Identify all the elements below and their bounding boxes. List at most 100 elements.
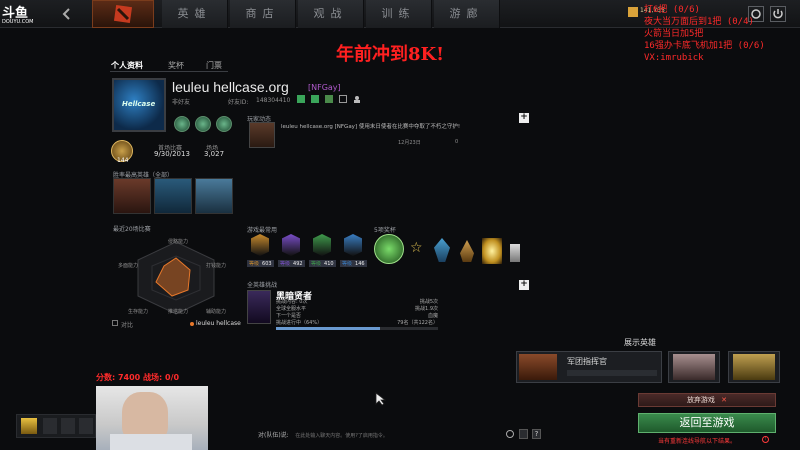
rank-badge-icon[interactable] xyxy=(282,234,300,256)
challenge-stat-row: 挑战内容: 0次 挑战5次 xyxy=(276,298,438,305)
showcase-hero-card[interactable] xyxy=(728,351,780,383)
compare-checkbox[interactable] xyxy=(112,320,118,326)
party-slot[interactable] xyxy=(79,418,93,434)
rank-badge-icon[interactable] xyxy=(251,234,269,256)
nav-tab-store[interactable]: 商店 xyxy=(230,0,296,28)
chat-hint: 在此处输入聊天内容。使用?了启用指令。 xyxy=(295,433,388,439)
rank-badge-label: 等级 603 xyxy=(247,260,274,267)
activity-likes[interactable]: 0 xyxy=(455,139,458,145)
trophy-glow-icon[interactable] xyxy=(482,238,502,264)
party-bar xyxy=(16,414,96,438)
trophies-label: 5项奖杯 xyxy=(374,227,396,234)
matches-count: 3,027 xyxy=(204,150,225,158)
tab-trophies[interactable]: 奖杯 xyxy=(168,60,184,71)
radar-label-push: 推塔能力 xyxy=(168,309,189,315)
rank-row: 等级 603 等级 492 等级 410 等级 146 xyxy=(247,234,377,270)
party-slot[interactable] xyxy=(61,418,75,434)
douyu-logo: 斗鱼 DOUYU.COM xyxy=(2,2,42,26)
chat-voice-icon[interactable] xyxy=(519,429,528,439)
best-hero-2[interactable] xyxy=(154,178,192,214)
avatar-brand-text: Hellcase xyxy=(122,100,156,108)
medal-icon xyxy=(174,116,190,132)
overlay-line: 打6把 (0/6) xyxy=(644,5,700,15)
challenge-hero-icon xyxy=(247,290,271,324)
player-guild-tag[interactable]: [NFGay] xyxy=(308,83,341,92)
radar-label-farming: 打钱能力 xyxy=(206,263,227,269)
showcase-hero-name: 军团指挥官 xyxy=(567,357,607,366)
tab-profile[interactable]: 个人资料 xyxy=(111,60,143,71)
activity-hero-icon xyxy=(249,122,275,148)
trophy-aegis-icon[interactable] xyxy=(434,238,450,262)
warning-info-icon[interactable]: ! xyxy=(762,436,769,443)
rank-value-text: 410 xyxy=(324,261,334,267)
abandon-game-button[interactable]: 放弃游戏 ✕ xyxy=(638,393,776,407)
nav-tab-learn[interactable]: 训练 xyxy=(366,0,432,28)
radar-label-aggression: 侵略能力 xyxy=(168,239,189,245)
best-hero-3[interactable] xyxy=(195,178,233,214)
dota-home-button[interactable] xyxy=(92,0,154,28)
back-arrow-icon[interactable] xyxy=(60,7,74,21)
challenge-stat-value: 挑战1.9次 xyxy=(415,306,438,312)
challenge-add-button[interactable]: + xyxy=(519,280,529,290)
nav-tab-arcade[interactable]: 游廊 xyxy=(434,0,500,28)
medal-icon xyxy=(216,116,232,132)
overlay-task-list: 打6把 (0/6) 夜大当万面后到1把 (0/4) 火箭当日加5把 16强办卡底… xyxy=(644,4,765,64)
showcase-hero-portrait xyxy=(519,354,557,380)
best-hero-1[interactable] xyxy=(113,178,151,214)
activity-date: 12月23日 xyxy=(398,140,421,146)
trophy-small-icon[interactable] xyxy=(510,244,520,262)
trophy-cup-icon[interactable] xyxy=(460,240,474,262)
challenge-stat-row: 下一个是否 血魔 xyxy=(276,312,438,319)
tab-tickets[interactable]: 门票 xyxy=(206,60,222,71)
rank-label-text: 等级 xyxy=(311,261,322,267)
monitor-icon[interactable] xyxy=(339,95,347,103)
challenge-stat-label: 挑战进行中（64%） xyxy=(276,320,323,326)
return-to-game-button[interactable]: 返回至游戏 xyxy=(638,413,776,433)
party-member-avatar[interactable] xyxy=(21,418,37,434)
steam-profile-icon[interactable] xyxy=(297,95,305,103)
warning-text: 当有重新连线导航以下结果。 xyxy=(658,438,737,445)
showcase-hero-portrait xyxy=(733,354,775,380)
showcase-title: 展示英雄 xyxy=(624,338,656,347)
chat-help-icon[interactable]: ? xyxy=(532,429,541,439)
chat-globe-icon[interactable] xyxy=(506,430,514,438)
abandon-label: 放弃游戏 xyxy=(686,396,715,404)
dotabuff-icon[interactable] xyxy=(311,95,319,103)
trophy-star-icon[interactable]: ☆ xyxy=(410,240,423,256)
radar-title: 最近20场比赛 xyxy=(113,226,151,233)
legend-player: leuleu hellcase xyxy=(196,320,241,327)
ability-radar-chart xyxy=(137,241,215,315)
showcase-hero-card[interactable] xyxy=(668,351,720,383)
stream-banner-text: 年前冲到8K! xyxy=(336,44,445,65)
party-slot[interactable] xyxy=(43,418,57,434)
activity-entry-text: leuleu hellcase.org [NFGay] 使用末日使者在比赛中夺取… xyxy=(281,124,461,130)
rank-badge-icon[interactable] xyxy=(313,234,331,256)
gold-icon xyxy=(628,7,638,17)
power-icon[interactable] xyxy=(770,6,786,22)
radar-label-versatility: 多面能力 xyxy=(118,263,139,269)
friend-id-label: 好友ID: xyxy=(228,99,249,106)
tab-divider xyxy=(110,71,228,72)
trophy-featured-icon[interactable] xyxy=(374,234,404,264)
activity-add-button[interactable]: + xyxy=(519,113,529,123)
close-icon: ✕ xyxy=(721,396,728,404)
rank-label-text: 等级 xyxy=(342,261,353,267)
friend-status: 非好友 xyxy=(172,99,191,106)
legend-dot-icon xyxy=(190,322,194,326)
streamer-shirt xyxy=(110,434,192,450)
douyu-domain-text: DOUYU.COM xyxy=(2,19,34,25)
add-friend-icon[interactable] xyxy=(353,95,362,103)
streamer-webcam xyxy=(96,386,208,450)
rank-badge-icon[interactable] xyxy=(344,234,362,256)
player-name: leuleu hellcase.org xyxy=(172,79,289,95)
challenge-stats: 挑战内容: 0次 挑战5次 全球全服水平 挑战1.9次 下一个是否 血魔 挑战进行中（64%… xyxy=(276,298,438,330)
challenge-progress-fill xyxy=(276,327,380,330)
share-icon[interactable] xyxy=(325,95,333,103)
rank-value-text: 146 xyxy=(355,261,365,267)
nav-tab-heroes[interactable]: 英雄 xyxy=(162,0,228,28)
overlay-line: 16强办卡底飞机加1把 (0/6) xyxy=(644,41,765,51)
compare-label: 对比 xyxy=(121,322,134,329)
nav-tab-watch[interactable]: 观战 xyxy=(298,0,364,28)
showcase-hero-card-main[interactable]: 军团指挥官 xyxy=(516,351,662,383)
chat-input-bar[interactable]: 对(队伍)说: 在此处输入聊天内容。使用?了启用指令。 xyxy=(258,430,388,439)
